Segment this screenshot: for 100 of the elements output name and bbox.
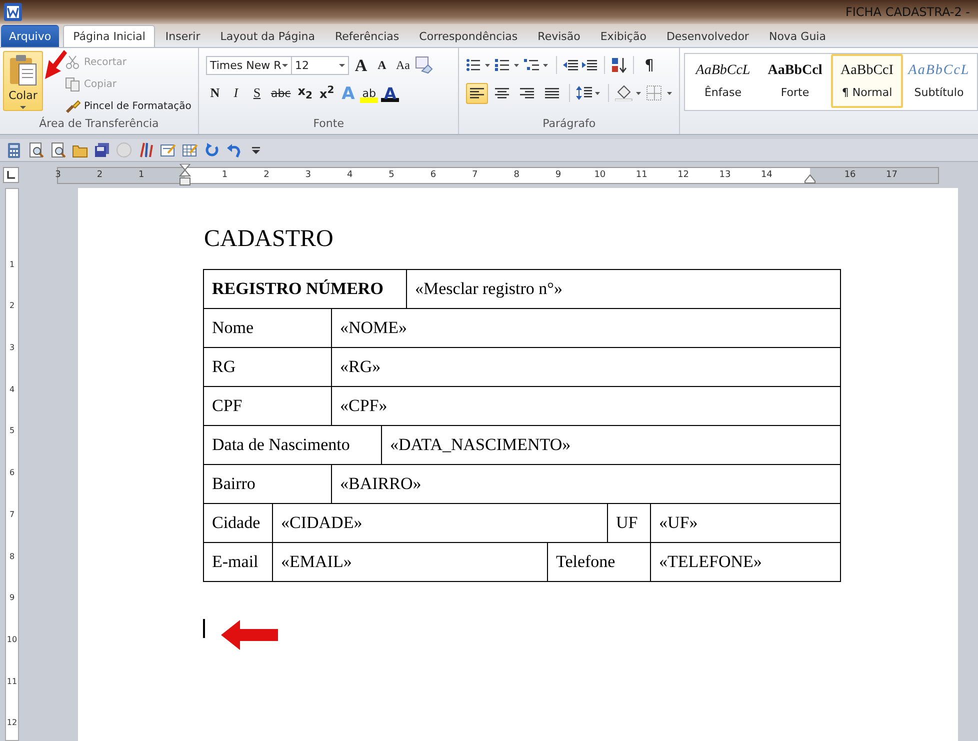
document-heading: CADASTRO <box>204 226 334 253</box>
ribbon-tab[interactable]: Revisão <box>528 25 590 47</box>
multilevel-list-icon[interactable] <box>524 58 550 72</box>
table-cell: «DATA_NASCIMENTO» <box>381 426 840 464</box>
ruler-number: 2 <box>9 301 15 310</box>
table-cell-text: E-mail <box>211 551 260 573</box>
edit-table-icon[interactable] <box>182 142 198 158</box>
pencils-icon[interactable] <box>138 142 154 158</box>
table-cell: «RG» <box>331 348 840 386</box>
table-cell-text: Nome <box>211 317 255 339</box>
align-left-icon <box>469 86 486 100</box>
table-cell-text: Bairro <box>211 473 256 495</box>
underline-button[interactable]: S <box>248 84 266 102</box>
strikethrough-button[interactable]: abc <box>268 84 293 102</box>
ruler-number: 16 <box>844 168 856 182</box>
copy-icon <box>65 77 81 92</box>
ruler-number: 8 <box>9 552 15 560</box>
font-color-button[interactable]: A <box>381 84 400 102</box>
bold-button[interactable]: N <box>206 84 224 102</box>
table-cell: UF <box>607 504 650 542</box>
line-spacing-icon[interactable] <box>576 85 602 101</box>
bullet-list-icon[interactable] <box>466 58 492 72</box>
file-tab[interactable]: Arquivo <box>1 25 60 47</box>
ribbon-tab[interactable]: Referências <box>325 25 410 47</box>
ruler-number: 1 <box>138 168 144 182</box>
table-cell-text: RG <box>211 356 237 378</box>
show-marks-button[interactable]: ¶ <box>640 56 658 74</box>
group-label: Parágrafo <box>542 117 597 132</box>
ribbon-tab[interactable]: Correspondências <box>409 25 528 47</box>
table-cell: «UF» <box>650 504 840 542</box>
tab-stop-icon <box>7 171 15 179</box>
ruler-number: 3 <box>305 168 311 182</box>
table-cell: «Mesclar registro n°» <box>406 270 840 308</box>
right-indent-marker-icon[interactable] <box>804 174 816 184</box>
undo-icon[interactable] <box>226 142 242 158</box>
shrink-font-button[interactable]: A <box>372 56 391 74</box>
table-cell: Telefone <box>547 543 650 581</box>
increase-indent-icon[interactable] <box>582 58 598 72</box>
ruler-number: 12 <box>678 168 690 182</box>
ribbon-tab[interactable]: Layout da Página <box>210 25 325 47</box>
ribbon-tab[interactable]: Exibição <box>590 25 656 47</box>
group-label: Área de Transferência <box>38 117 160 132</box>
ribbon-tab[interactable]: Nova Guia <box>758 25 836 47</box>
caret-icon <box>338 64 345 66</box>
align-center-icon <box>494 86 510 100</box>
table-cell: «BAIRRO» <box>331 465 840 503</box>
ruler-number: 8 <box>514 168 520 182</box>
ruler-number: 2 <box>264 168 270 182</box>
script-button[interactable]: x$_{2}$ <box>296 84 314 102</box>
print-preview-icon[interactable] <box>28 142 44 158</box>
font-name-field[interactable]: Times New R <box>206 56 292 74</box>
style-item[interactable]: AaBbCcL Subtítulo <box>903 54 975 108</box>
indent-marker-icon[interactable] <box>179 164 191 186</box>
ruler-number: 10 <box>6 634 18 644</box>
ruler-number: 3 <box>9 343 15 352</box>
clipboard-action[interactable]: Pincel de Formatação <box>65 98 192 115</box>
tab-stop-selector[interactable] <box>3 167 19 183</box>
ruler-number: 4 <box>9 384 15 394</box>
ruler-number: 11 <box>6 676 18 686</box>
pointer-arrow-icon <box>44 50 68 80</box>
change-case-button[interactable]: Aa <box>394 56 412 74</box>
sort-icon[interactable] <box>611 57 628 73</box>
print-preview-icon[interactable] <box>50 142 66 158</box>
edit-form-icon[interactable] <box>160 142 176 158</box>
table-cell-text: Cidade <box>211 512 262 534</box>
ribbon-tab[interactable]: Inserir <box>155 25 210 47</box>
ruler-number: 11 <box>636 168 648 182</box>
font-size-field[interactable]: 12 <box>290 56 349 74</box>
table-cell: «TELEFONE» <box>650 543 840 581</box>
align-left-button[interactable] <box>466 82 488 104</box>
table-cell: «CPF» <box>331 387 840 425</box>
redo-icon[interactable] <box>204 142 220 158</box>
paste-button[interactable]: Colar <box>3 51 43 111</box>
style-item[interactable]: AaBbCcl Forte <box>759 54 831 108</box>
paint-bucket-icon[interactable] <box>615 85 644 101</box>
ruler-number: 6 <box>430 168 436 182</box>
ribbon-tab[interactable]: Desenvolvedor <box>656 25 759 47</box>
ruler-number: 13 <box>719 168 731 182</box>
ruler-number: 5 <box>388 168 394 182</box>
eraser-icon[interactable] <box>414 56 433 74</box>
style-item[interactable]: AaBbCcL Ênfase <box>687 54 759 108</box>
script-button[interactable]: x$^{2}$ <box>317 84 336 102</box>
grow-font-button[interactable]: A <box>352 56 370 74</box>
ruler-number: 7 <box>9 510 15 519</box>
ruler-number: 12 <box>6 718 18 728</box>
style-item[interactable]: AaBbCcI ¶ Normal <box>831 54 903 108</box>
ruler-number: 2 <box>96 168 103 182</box>
table-cell-text: Data de Nascimento <box>211 434 351 456</box>
align-justify-icon <box>544 86 560 100</box>
pointer-arrow-icon <box>220 618 280 652</box>
caret-icon <box>20 106 26 109</box>
save-icon[interactable] <box>94 142 110 158</box>
ruler-number: 9 <box>555 168 562 182</box>
italic-button[interactable]: I <box>226 84 245 102</box>
ribbon-tab[interactable]: Página Inicial <box>63 25 156 47</box>
decrease-indent-icon[interactable] <box>563 58 580 72</box>
clipboard-icon <box>8 54 38 86</box>
ruler-number: 3 <box>55 168 61 182</box>
numbered-list-icon[interactable] <box>495 58 522 72</box>
calculator-icon[interactable] <box>6 142 22 158</box>
